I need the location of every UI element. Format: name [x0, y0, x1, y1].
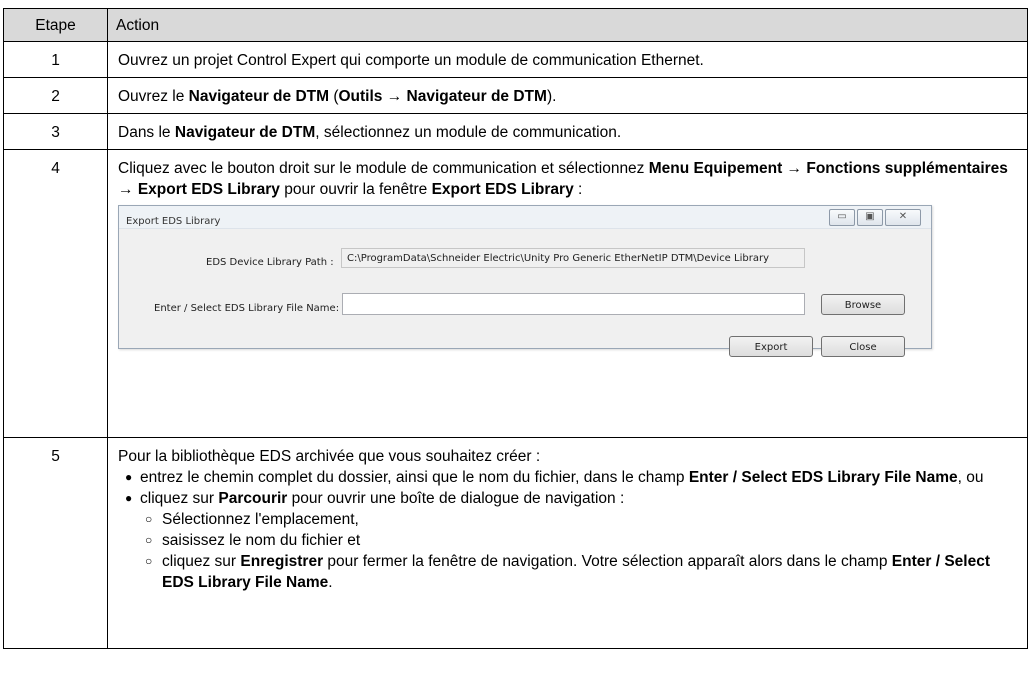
step-text: Ouvrez un projet Control Expert qui comp…	[118, 52, 704, 69]
close-icon: ✕	[898, 211, 908, 222]
steps-table: Etape Action 1 Ouvrez un projet Control …	[3, 8, 1028, 649]
window-controls: ▭ ▣ ✕	[829, 209, 921, 226]
menu-term: Navigateur de DTM	[406, 88, 547, 105]
step-text: Dans le	[118, 124, 175, 141]
table-row: 4 Cliquez avec le bouton droit sur le mo…	[3, 149, 1028, 438]
file-name-label: Enter / Select EDS Library File Name:	[154, 303, 340, 314]
step-action: Dans le Navigateur de DTM, sélectionnez …	[107, 113, 1028, 150]
menu-term: Navigateur de DTM	[188, 88, 330, 105]
dialog-title: Export EDS Library	[126, 216, 221, 227]
export-button[interactable]: Export	[729, 336, 813, 357]
step-text: :	[573, 181, 583, 198]
step-text: Ouvrez le	[118, 88, 189, 105]
field-name: Enter / Select EDS Library File Name	[688, 469, 958, 486]
header-action: Action	[107, 8, 1028, 42]
option-list: entrez le chemin complet du dossier, ain…	[118, 467, 1021, 593]
step-number: 4	[3, 149, 108, 438]
arrow-icon: →	[782, 160, 807, 177]
sub-list-item: cliquez sur Enregistrer pour fermer la f…	[140, 551, 1021, 593]
path-label: EDS Device Library Path :	[206, 257, 334, 268]
button-name: Enregistrer	[240, 553, 324, 570]
table-row: 5 Pour la bibliothèque EDS archivée que …	[3, 437, 1028, 649]
menu-term: Navigateur de DTM	[174, 124, 316, 141]
step-text: , ou	[957, 469, 984, 486]
step-text: , sélectionnez un module de communicatio…	[315, 124, 622, 141]
menu-term: Outils	[338, 88, 383, 105]
minimize-icon: ▭	[837, 211, 847, 222]
list-item: cliquez sur Parcourir pour ouvrir une bo…	[118, 488, 1021, 593]
sub-list-item: Sélectionnez l'emplacement,	[140, 509, 1021, 530]
button-name: Parcourir	[218, 490, 288, 507]
arrow-icon: →	[118, 181, 138, 198]
minimize-button[interactable]: ▭	[829, 209, 855, 226]
browse-button[interactable]: Browse	[821, 294, 905, 315]
step-action: Ouvrez le Navigateur de DTM (Outils → Na…	[107, 77, 1028, 114]
step-text: .	[328, 574, 333, 591]
step-paragraph: Cliquez avec le bouton droit sur le modu…	[118, 158, 1021, 200]
step-text: (	[329, 88, 339, 105]
step-number: 3	[3, 113, 108, 150]
step-action: Cliquez avec le bouton droit sur le modu…	[107, 149, 1028, 438]
step-text: cliquez sur	[140, 490, 219, 507]
file-name-input[interactable]	[342, 293, 805, 315]
table-row: 2 Ouvrez le Navigateur de DTM (Outils → …	[3, 77, 1028, 114]
step-number: 1	[3, 41, 108, 78]
sub-list: Sélectionnez l'emplacement, saisissez le…	[140, 509, 1021, 593]
close-button[interactable]: Close	[821, 336, 905, 357]
menu-term: Menu Equipement	[648, 160, 783, 177]
step-action: Ouvrez un projet Control Expert qui comp…	[107, 41, 1028, 78]
table-row: 3 Dans le Navigateur de DTM, sélectionne…	[3, 113, 1028, 150]
step-text: pour ouvrir la fenêtre	[279, 181, 432, 198]
step-text: pour fermer la fenêtre de navigation. Vo…	[323, 553, 892, 570]
export-eds-dialog: Export EDS Library ▭ ▣ ✕ EDS Device Libr…	[118, 205, 932, 357]
list-item: entrez le chemin complet du dossier, ain…	[118, 467, 1021, 488]
step-intro: Pour la bibliothèque EDS archivée que vo…	[118, 448, 541, 465]
menu-term: Export EDS Library	[137, 181, 280, 198]
menu-term: Fonctions supplémentaires	[806, 160, 1008, 177]
step-action: Pour la bibliothèque EDS archivée que vo…	[107, 437, 1028, 649]
step-text: ).	[546, 88, 557, 105]
step-text: entrez le chemin complet du dossier, ain…	[140, 469, 689, 486]
close-window-button[interactable]: ✕	[885, 209, 921, 226]
table-row: 1 Ouvrez un projet Control Expert qui co…	[3, 41, 1028, 78]
step-text: pour ouvrir une boîte de dialogue de nav…	[287, 490, 625, 507]
header-row: Etape Action	[3, 8, 1028, 42]
sub-list-item: saisissez le nom du fichier et	[140, 530, 1021, 551]
step-text: cliquez sur	[162, 553, 241, 570]
dialog-titlebar: Export EDS Library ▭ ▣ ✕	[119, 206, 931, 229]
header-step: Etape	[3, 8, 108, 42]
path-field: C:\ProgramData\Schneider Electric\Unity …	[341, 248, 805, 268]
menu-term: Export EDS Library	[431, 181, 574, 198]
arrow-icon: →	[382, 88, 407, 105]
step-number: 2	[3, 77, 108, 114]
maximize-button[interactable]: ▣	[857, 209, 883, 226]
step-text: Cliquez avec le bouton droit sur le modu…	[118, 160, 649, 177]
maximize-icon: ▣	[865, 211, 875, 222]
step-number: 5	[3, 437, 108, 649]
